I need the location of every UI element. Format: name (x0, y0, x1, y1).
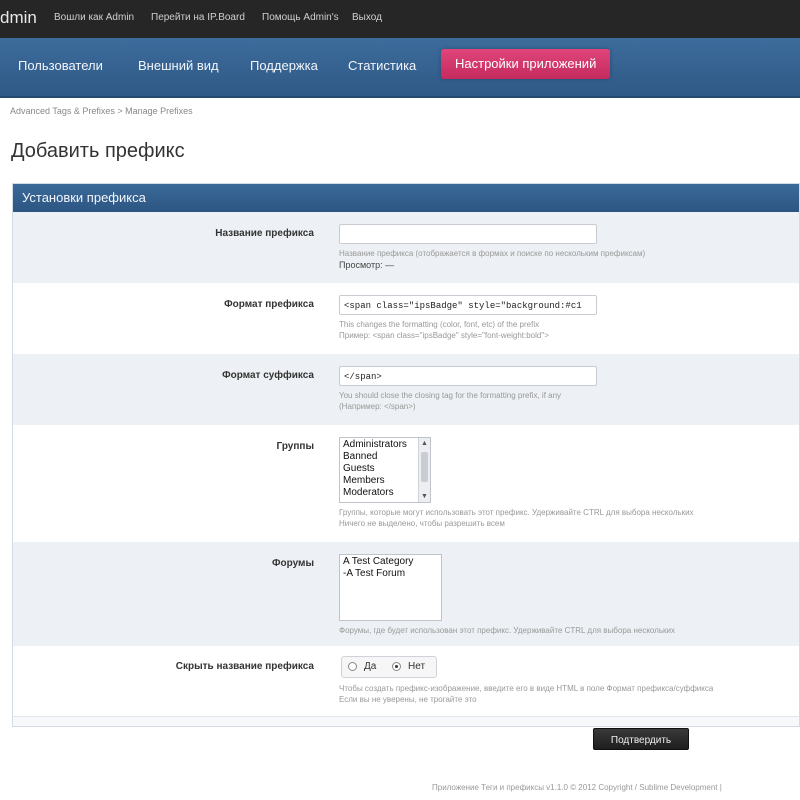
hide-prefix-name-label: Скрыть название префикса (175, 661, 314, 672)
suffix-format-input[interactable]: </span> (339, 366, 597, 386)
prefix-name-hint: Название префикса (отображается в формах… (339, 249, 646, 258)
footer-copyright: Приложение Теги и префиксы v1.1.0 © 2012… (432, 783, 722, 792)
no-radio[interactable] (392, 662, 401, 671)
groups-multiselect[interactable]: Administrators Banned Guests Members Mod… (339, 437, 431, 503)
submit-button[interactable]: Подтвердить (593, 728, 689, 750)
prefix-format-hint: This changes the formatting (color, font… (339, 320, 540, 329)
page-title: Добавить префикс (11, 140, 185, 162)
suffix-format-label: Формат суффикса (222, 370, 314, 381)
nav-support[interactable]: Поддержка (250, 58, 318, 73)
prefix-name-label: Название префикса (215, 228, 314, 239)
row-prefix-name: Название префикса Название префикса (ото… (13, 212, 799, 284)
prefix-name-input[interactable] (339, 224, 597, 244)
prefix-format-example: Пример: <span class="ipsBadge" style="fo… (339, 331, 549, 340)
nav-app-settings[interactable]: Настройки приложений (441, 49, 611, 79)
forums-multiselect[interactable]: A Test Category -A Test Forum (339, 554, 442, 621)
suffix-format-example: (Например: </span>) (339, 402, 416, 411)
row-hide-prefix-name: Скрыть название префикса Да Нет Чтобы со… (13, 646, 799, 717)
scroll-up-icon[interactable]: ▲ (419, 438, 430, 449)
group-option[interactable]: Members (343, 475, 427, 487)
main-nav: Пользователи Внешний вид Поддержка Стати… (0, 38, 800, 98)
forums-hint: Форумы, где будет использован этот префи… (339, 626, 675, 635)
nav-appearance[interactable]: Внешний вид (138, 58, 219, 73)
admin-top-bar: dmin Вошли как Admin Перейти на IP.Board… (0, 0, 800, 39)
yes-label: Да (364, 661, 377, 672)
help-link[interactable]: Помощь Admin's (262, 12, 339, 23)
forum-option[interactable]: -A Test Forum (343, 568, 438, 580)
hide-prefix-name-hint-2: Если вы не уверены, не трогайте это (339, 695, 477, 704)
nav-statistics[interactable]: Статистика (348, 58, 416, 73)
prefix-preview: Просмотр: — (339, 260, 395, 270)
row-prefix-format: Формат префикса <span class="ipsBadge" s… (13, 283, 799, 355)
admin-brand: dmin (0, 8, 37, 27)
hide-prefix-name-hint: Чтобы создать префикс-изображение, введи… (339, 684, 714, 693)
prefix-format-input[interactable]: <span class="ipsBadge" style="background… (339, 295, 597, 315)
breadcrumb[interactable]: Advanced Tags & Prefixes > Manage Prefix… (10, 106, 193, 116)
nav-users[interactable]: Пользователи (18, 58, 103, 73)
groups-hint: Группы, которые могут использовать этот … (339, 508, 694, 517)
row-forums: Форумы A Test Category -A Test Forum Фор… (13, 542, 799, 647)
no-label: Нет (408, 661, 426, 672)
group-option[interactable]: Administrators (343, 439, 427, 451)
row-suffix-format: Формат суффикса </span> You should close… (13, 354, 799, 426)
logout-link[interactable]: Выход (352, 12, 382, 23)
hide-prefix-name-toggle[interactable]: Да Нет (341, 656, 437, 678)
groups-label: Группы (276, 441, 314, 452)
prefix-format-label: Формат префикса (224, 299, 314, 310)
panel-title: Установки префикса (13, 184, 799, 212)
group-option[interactable]: Moderators (343, 487, 427, 499)
yes-radio[interactable] (348, 662, 357, 671)
logged-in-as-link[interactable]: Вошли как Admin (54, 12, 134, 23)
row-groups: Группы Administrators Banned Guests Memb… (13, 425, 799, 543)
groups-scrollbar[interactable]: ▲ ▼ (418, 438, 430, 502)
forum-option[interactable]: A Test Category (343, 556, 438, 568)
group-option[interactable]: Guests (343, 463, 427, 475)
prefix-settings-panel: Установки префикса Название префикса Наз… (12, 183, 800, 727)
group-option[interactable]: Banned (343, 451, 427, 463)
scroll-down-icon[interactable]: ▼ (419, 491, 430, 502)
groups-hint-2: Ничего не выделено, чтобы разрешить всем (339, 519, 505, 528)
go-to-board-link[interactable]: Перейти на IP.Board (151, 12, 245, 23)
forums-label: Форумы (272, 558, 314, 569)
scroll-thumb[interactable] (421, 452, 428, 482)
suffix-format-hint: You should close the closing tag for the… (339, 391, 562, 400)
